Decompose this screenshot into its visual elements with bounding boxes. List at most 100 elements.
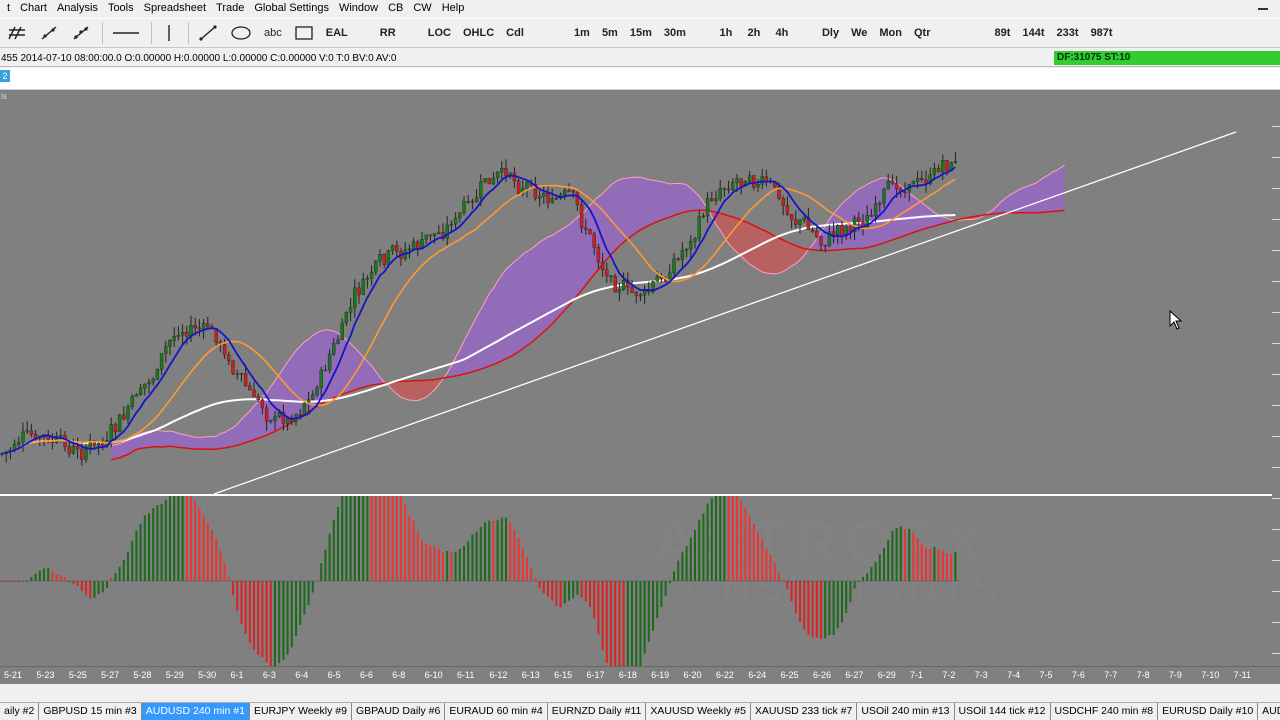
text-tool-button[interactable]: abc xyxy=(259,22,287,44)
window-number-badge[interactable]: 2 xyxy=(0,70,10,82)
histogram-bar xyxy=(488,520,491,581)
menu-item-cb[interactable]: CB xyxy=(383,0,408,17)
candle-body xyxy=(126,406,130,420)
menu-item-tools[interactable]: Tools xyxy=(103,0,139,17)
cloud-segment xyxy=(615,179,620,251)
loc-button[interactable]: LOC xyxy=(423,22,456,44)
chart-tab[interactable]: EURNZD Daily #11 xyxy=(548,703,647,720)
menu-item-chart[interactable]: Chart xyxy=(15,0,52,17)
cloud-segment xyxy=(665,182,670,219)
horizontal-line-button[interactable] xyxy=(107,22,145,44)
candle-body xyxy=(21,431,25,443)
rr-button[interactable]: RR xyxy=(375,22,401,44)
ea-button[interactable]: EAL xyxy=(321,22,353,44)
trend-line-button[interactable] xyxy=(193,22,223,44)
cloud-segment xyxy=(774,236,779,274)
timeframe-button-15m[interactable]: 15m xyxy=(625,22,657,44)
candle-body xyxy=(941,160,945,173)
layers-tool-button[interactable] xyxy=(2,22,32,44)
date-tick-label: 6-5 xyxy=(327,670,341,680)
cloud-segment xyxy=(350,343,355,392)
timeframe-button-4h[interactable]: 4h xyxy=(769,22,795,44)
timeframe-button-2h[interactable]: 2h xyxy=(741,22,767,44)
candle-body xyxy=(802,217,806,221)
chart-tab[interactable]: EURAUD 60 min #4 xyxy=(445,703,548,720)
chart-tab[interactable]: EURJPY Weekly #9 xyxy=(250,703,352,720)
menu-item-window[interactable]: Window xyxy=(334,0,383,17)
candle-body xyxy=(71,446,76,454)
timeframe-button-dly[interactable]: Dly xyxy=(817,22,844,44)
chart-tab[interactable]: GBPUSD 15 min #3 xyxy=(39,703,142,720)
timeframe-button-mon[interactable]: Mon xyxy=(874,22,907,44)
chart-tab[interactable]: XAUUSD 233 tick #7 xyxy=(751,703,858,720)
price-tick-mark xyxy=(1272,374,1280,375)
histogram-bar xyxy=(215,538,218,581)
candle-body xyxy=(890,180,895,184)
chart-tab[interactable]: EURUSD Daily #10 xyxy=(1158,703,1259,720)
candle-body xyxy=(407,248,412,251)
price-chart-panel[interactable] xyxy=(0,90,1272,494)
histogram-bar xyxy=(723,496,726,581)
timeframe-button-1m[interactable]: 1m xyxy=(569,22,595,44)
oscillator-canvas[interactable] xyxy=(0,496,1272,666)
menu-item-help[interactable]: Help xyxy=(437,0,470,17)
histogram-bar xyxy=(101,581,104,593)
candle-body xyxy=(365,277,370,280)
date-axis[interactable]: 5-21 5-23 5-25 5-27 5-28 5-29 5-30 6-1 6-3 6-4 6-5… xyxy=(0,666,1280,684)
mouse-pointer-icon xyxy=(1169,310,1183,330)
price-axis[interactable] xyxy=(1272,90,1280,666)
chart-tab[interactable]: USOil 144 tick #12 xyxy=(955,703,1051,720)
chart-tab[interactable]: AUDUSD 240 min #1 xyxy=(141,703,250,720)
ray-tool-button[interactable] xyxy=(66,22,96,44)
menu-item-global-settings[interactable]: Global Settings xyxy=(249,0,334,17)
price-chart-canvas[interactable] xyxy=(0,90,1272,494)
chart-tab[interactable]: USDCHF 240 min #8 xyxy=(1051,703,1159,720)
candle-body xyxy=(613,276,617,293)
menu-item-trade[interactable]: Trade xyxy=(211,0,249,17)
histogram-bar xyxy=(349,496,352,581)
candle-body xyxy=(945,160,949,172)
timeframe-button-89t[interactable]: 89t xyxy=(990,22,1016,44)
candle-body xyxy=(201,323,206,330)
timeframe-button-qtr[interactable]: Qtr xyxy=(909,22,936,44)
ohlc-button[interactable]: OHLC xyxy=(458,22,499,44)
menu-item-analysis[interactable]: Analysis xyxy=(52,0,103,17)
rectangle-tool-button[interactable] xyxy=(289,22,319,44)
date-tick-label: 6-29 xyxy=(877,670,896,680)
timeframe-button-987t[interactable]: 987t xyxy=(1086,22,1118,44)
timeframe-button-5m[interactable]: 5m xyxy=(597,22,623,44)
chart-tab[interactable]: aily #2 xyxy=(0,703,40,720)
cloud-segment xyxy=(623,178,628,243)
price-tick-mark xyxy=(1272,281,1280,282)
candle-body xyxy=(382,254,386,265)
histogram-bar xyxy=(135,530,138,581)
chart-tab[interactable]: GBPAUD Daily #6 xyxy=(352,703,446,720)
menu-item-spreadsheet[interactable]: Spreadsheet xyxy=(139,0,211,17)
menu-item-t[interactable]: t xyxy=(2,0,15,17)
minimize-icon[interactable] xyxy=(1258,8,1268,10)
cloud-segment xyxy=(422,380,427,400)
histogram-bar xyxy=(55,574,58,581)
chart-tab[interactable]: XAUUSD Weekly #5 xyxy=(646,703,751,720)
oscillator-panel[interactable]: ASTROFX CONSULTANTS WWW.ASTROFXC.COM xyxy=(0,496,1272,666)
timeframe-button-30m[interactable]: 30m xyxy=(659,22,691,44)
cdl-button[interactable]: Cdl xyxy=(501,22,529,44)
line-tool-button[interactable] xyxy=(34,22,64,44)
chart-tab[interactable]: USOil 240 min #13 xyxy=(857,703,955,720)
candle-body xyxy=(571,190,575,193)
toolbar-separator xyxy=(102,22,103,44)
timeframe-button-we[interactable]: We xyxy=(846,22,872,44)
timeframe-button-1h[interactable]: 1h xyxy=(713,22,739,44)
timeframe-button-144t[interactable]: 144t xyxy=(1018,22,1050,44)
cloud-segment xyxy=(602,189,607,265)
histogram-bar xyxy=(106,581,108,589)
timeframe-button-233t[interactable]: 233t xyxy=(1052,22,1084,44)
histogram-bar xyxy=(471,534,474,581)
menu-item-cw[interactable]: CW xyxy=(408,0,436,17)
toolbar-separator xyxy=(188,22,189,44)
histogram-bar xyxy=(509,522,512,581)
candle-body xyxy=(273,416,277,421)
chart-tab[interactable]: AUDUSD Da xyxy=(1258,703,1280,720)
vertical-line-button[interactable] xyxy=(156,22,182,44)
ellipse-tool-button[interactable] xyxy=(225,22,257,44)
